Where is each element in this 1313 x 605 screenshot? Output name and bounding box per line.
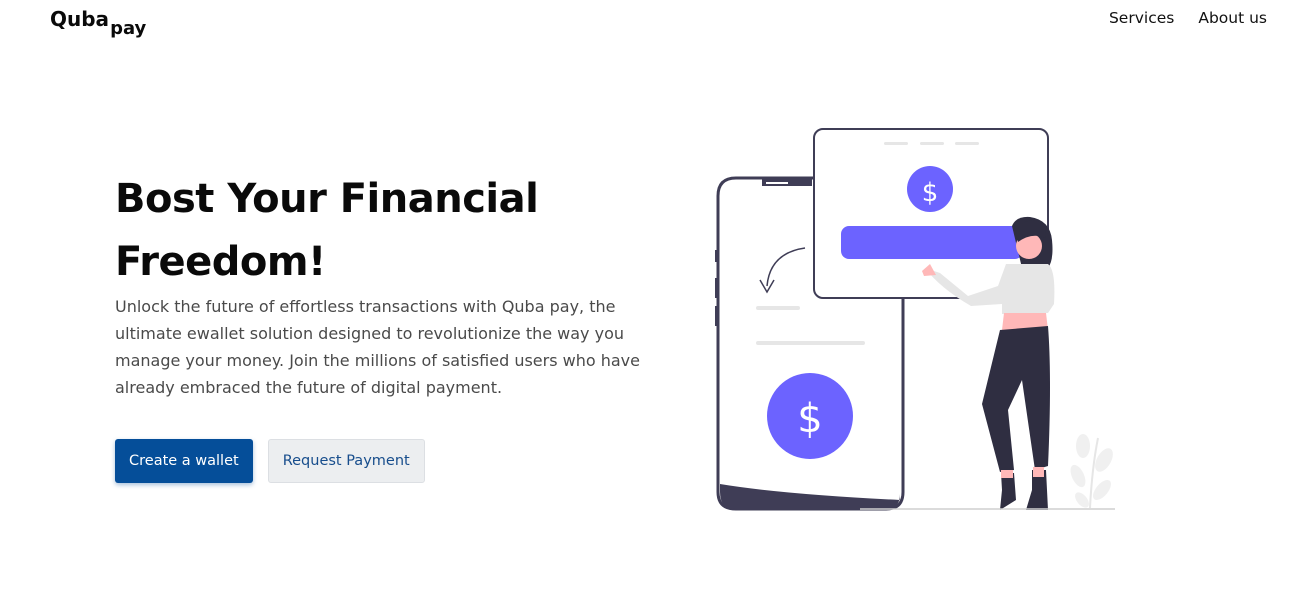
- payment-illustration: $ $: [715, 128, 1115, 511]
- create-wallet-button[interactable]: Create a wallet: [115, 439, 253, 483]
- top-nav: Services About us: [1109, 9, 1267, 27]
- dollar-symbol-large: $: [797, 396, 822, 442]
- logo-sub: pay: [110, 18, 147, 39]
- nav-services-link[interactable]: Services: [1109, 9, 1174, 27]
- plant-illustration: [1070, 434, 1113, 509]
- logo-main: Quba: [50, 7, 110, 31]
- hero-description: Unlock the future of effortless transact…: [115, 297, 640, 397]
- landing-page: Qubapay Services About us Bost Your Fina…: [0, 0, 1313, 605]
- logo[interactable]: Qubapay: [50, 6, 146, 39]
- hero-title: Bost Your Financial Freedom!: [115, 176, 539, 285]
- dollar-symbol-small: $: [922, 178, 939, 208]
- request-payment-button[interactable]: Request Payment: [267, 439, 425, 483]
- hero-actions: Create a wallet Request Payment: [115, 439, 425, 483]
- nav-about-link[interactable]: About us: [1198, 9, 1267, 27]
